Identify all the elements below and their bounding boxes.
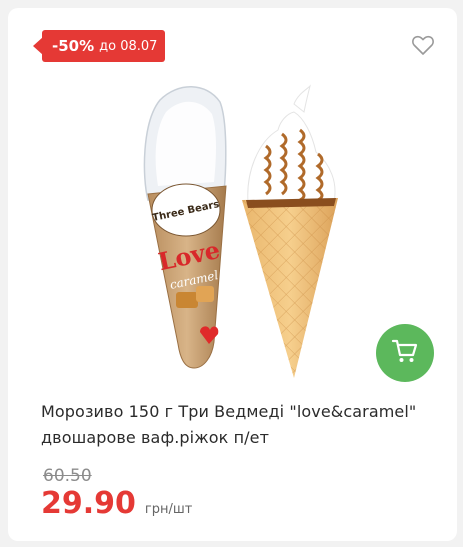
packaged-cone: Three Bears Love caramel <box>143 86 227 369</box>
product-image[interactable]: Three Bears Love caramel <box>108 82 368 382</box>
price-unit: грн/шт <box>144 502 193 517</box>
discount-until: до 08.07 <box>99 38 158 54</box>
discount-percent: -50% <box>52 37 95 55</box>
old-price: 60.50 <box>43 466 92 486</box>
discount-badge: -50% до 08.07 <box>32 30 166 62</box>
product-title[interactable]: Морозиво 150 г Три Ведмеді "love&caramel… <box>41 399 441 451</box>
add-to-cart-button[interactable] <box>376 324 434 382</box>
current-price: 29.90 <box>41 486 136 521</box>
price-row: 29.90 грн/шт <box>41 486 192 521</box>
product-card[interactable]: -50% до 08.07 Three Bears Love caramel М… <box>8 8 457 541</box>
shopping-cart-icon <box>391 338 419 368</box>
unwrapped-cone <box>242 84 338 378</box>
heart-outline-icon[interactable] <box>411 34 435 56</box>
